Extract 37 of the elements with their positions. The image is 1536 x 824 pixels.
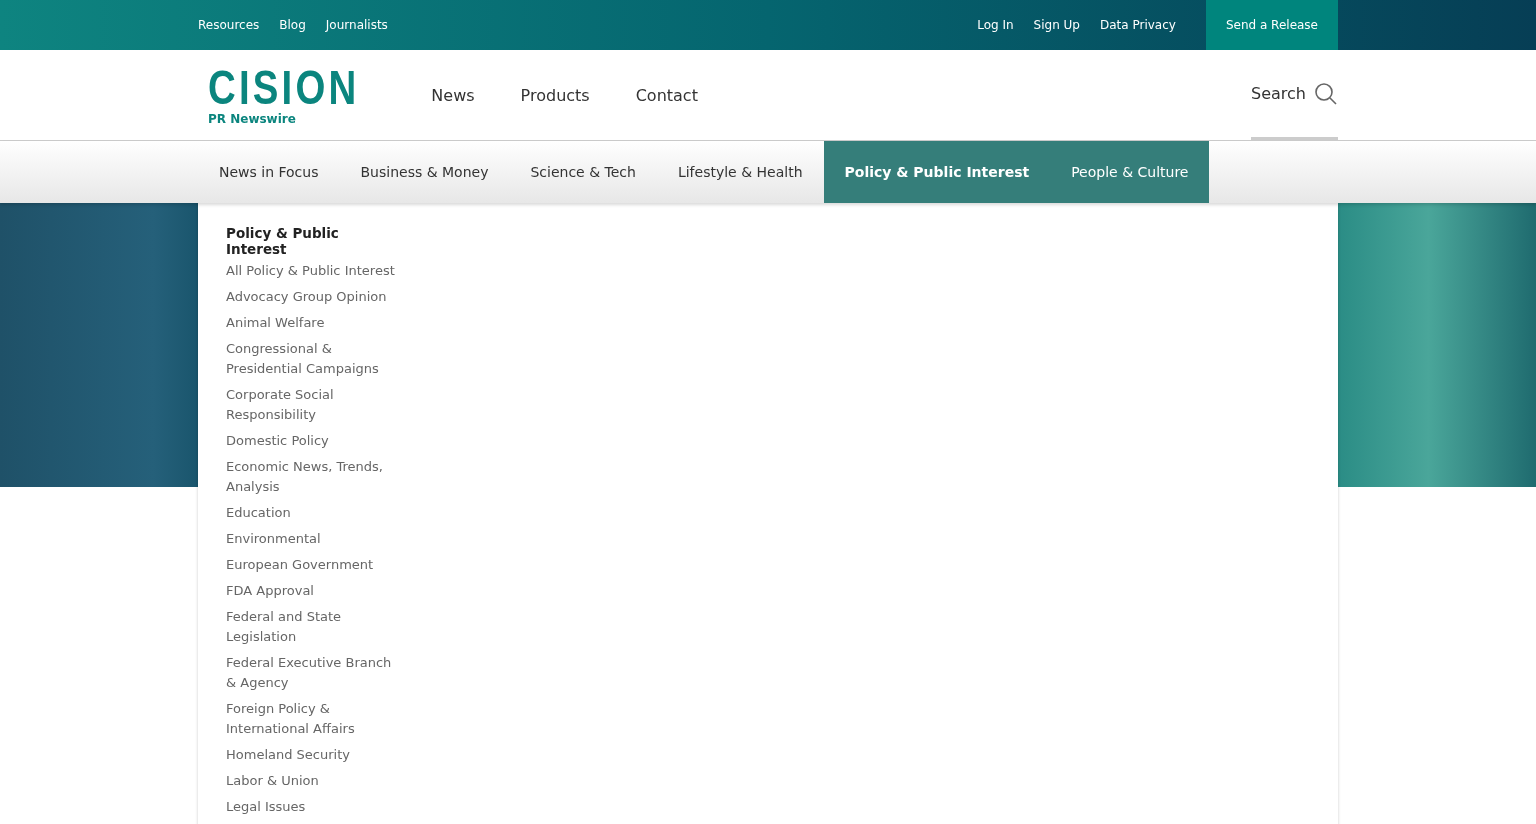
logo-wordmark[interactable]: CISION — [208, 64, 360, 112]
top-bar-link[interactable]: Blog — [279, 18, 306, 32]
dropdown-link[interactable]: Domestic Policy — [226, 431, 400, 451]
top-bar-link[interactable]: Log In — [977, 18, 1014, 32]
dropdown-link[interactable]: Homeland Security — [226, 745, 400, 765]
dropdown-link[interactable]: Federal Executive Branch & Agency — [226, 653, 400, 693]
logo-tagline: PR Newswire — [208, 112, 297, 126]
dropdown-link[interactable]: European Government — [226, 555, 400, 575]
dropdown-link[interactable]: FDA Approval — [226, 581, 400, 601]
category-tab[interactable]: People & Culture — [1050, 141, 1210, 203]
search-icon — [1314, 81, 1338, 106]
category-tab[interactable]: Business & Money — [339, 141, 510, 203]
dropdown-link[interactable]: Economic News, Trends, Analysis — [226, 457, 400, 497]
main-nav-link[interactable]: News — [431, 85, 475, 105]
top-bar-link[interactable]: Resources — [198, 18, 260, 32]
main-nav-link[interactable]: Products — [520, 85, 590, 105]
category-tab[interactable]: News in Focus — [198, 141, 340, 203]
dropdown-link[interactable]: Congressional & Presidential Campaigns — [226, 339, 400, 379]
dropdown-link[interactable]: Federal and State Legislation — [226, 607, 400, 647]
dropdown-link[interactable]: Legal Issues — [226, 797, 400, 817]
dropdown-link[interactable]: Corporate Social Responsibility — [226, 385, 400, 425]
dropdown-link[interactable]: Education — [226, 503, 400, 523]
send-release-button[interactable]: Send a Release — [1205, 0, 1338, 50]
dropdown-link[interactable]: All Policy & Public Interest — [226, 261, 400, 281]
main-nav-link[interactable]: Contact — [635, 85, 698, 105]
dropdown-link[interactable]: Animal Welfare — [226, 313, 400, 333]
dropdown-link[interactable]: Labor & Union — [226, 771, 400, 791]
top-bar-link[interactable]: Data Privacy — [1100, 18, 1176, 32]
category-tab[interactable]: Science & Tech — [509, 141, 657, 203]
category-tab[interactable]: Policy & Public Interest — [823, 141, 1051, 203]
top-bar-link[interactable]: Journalists — [325, 18, 388, 32]
dropdown-link[interactable]: Foreign Policy & International Affairs — [226, 699, 400, 739]
top-bar-link[interactable]: Sign Up — [1033, 18, 1080, 32]
dropdown-link[interactable]: Environmental — [226, 529, 400, 549]
dropdown-link[interactable]: Advocacy Group Opinion — [226, 287, 400, 307]
category-tab[interactable]: Lifestyle & Health — [656, 141, 824, 203]
dropdown-heading: Policy & Public Interest — [226, 225, 340, 257]
